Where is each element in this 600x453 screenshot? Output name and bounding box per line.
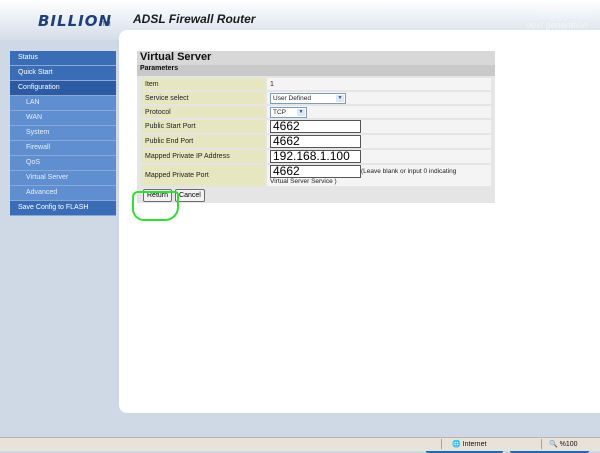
private-port-cell: 4662 (Leave blank or input 0 indicating … bbox=[267, 165, 491, 186]
zoom-level: %100 bbox=[559, 441, 578, 448]
public-start-row: Public Start Port 4662 bbox=[141, 120, 491, 133]
private-port-input[interactable]: 4662 bbox=[270, 165, 361, 178]
private-ip-cell: 192.168.1.100 bbox=[267, 150, 491, 163]
public-end-port-input[interactable]: 4662 bbox=[270, 135, 361, 148]
item-value: 1 bbox=[267, 78, 491, 90]
private-port-hint-1: (Leave blank or input 0 indicating bbox=[361, 167, 457, 175]
service-select-dropdown[interactable]: User Defined ▼ bbox=[270, 92, 346, 104]
app-title: ADSL Firewall Router bbox=[133, 12, 256, 26]
protocol-value: TCP bbox=[273, 108, 286, 116]
chevron-down-icon: ▼ bbox=[297, 108, 305, 116]
sidebar-item-wan[interactable]: WAN bbox=[10, 111, 116, 126]
browser-status-bar: 🌐 Internet 🔍 %100 bbox=[0, 437, 600, 451]
sidebar-item-configuration[interactable]: Configuration bbox=[10, 81, 116, 96]
page-title: Virtual Server bbox=[137, 51, 495, 65]
globe-icon: 🌐 bbox=[452, 441, 461, 448]
cancel-button[interactable]: Cancel bbox=[175, 189, 205, 202]
trademark-mark: TM bbox=[102, 22, 111, 28]
protocol-dropdown[interactable]: TCP ▼ bbox=[270, 106, 307, 118]
service-select-label: Service select bbox=[141, 92, 265, 104]
status-divider bbox=[541, 439, 542, 449]
zoom-icon: 🔍 bbox=[549, 441, 558, 448]
sidebar-item-quick-start[interactable]: Quick Start bbox=[10, 66, 116, 81]
sidebar-item-lan[interactable]: LAN bbox=[10, 96, 116, 111]
item-row: Item 1 bbox=[141, 78, 491, 90]
sidebar-item-status[interactable]: Status bbox=[10, 51, 116, 66]
private-ip-row: Mapped Private IP Address 192.168.1.100 bbox=[141, 150, 491, 163]
sidebar-item-advanced[interactable]: Advanced bbox=[10, 186, 116, 201]
public-start-port-label: Public Start Port bbox=[141, 120, 265, 133]
sidebar-item-qos[interactable]: QoS bbox=[10, 156, 116, 171]
public-start-port-input[interactable]: 4662 bbox=[270, 120, 361, 133]
public-end-row: Public End Port 4662 bbox=[141, 135, 491, 148]
sidebar-item-virtual-server[interactable]: Virtual Server bbox=[10, 171, 116, 186]
chevron-down-icon: ▼ bbox=[336, 94, 344, 102]
public-start-cell: 4662 bbox=[267, 120, 491, 133]
billion-logo: BILLION bbox=[38, 12, 113, 30]
sidebar-item-save-config[interactable]: Save Config to FLASH bbox=[10, 201, 116, 216]
private-port-hint-2: Virtual Server Service ) bbox=[270, 178, 337, 185]
sidebar-item-system[interactable]: System bbox=[10, 126, 116, 141]
service-row: Service select User Defined ▼ bbox=[141, 92, 491, 104]
status-divider bbox=[441, 439, 442, 449]
tagline-line-2: next generation bbox=[525, 20, 588, 30]
main-panel: Virtual Server Parameters Item 1 Service… bbox=[119, 30, 600, 453]
zoom-control[interactable]: 🔍 %100 bbox=[549, 440, 578, 448]
item-label: Item bbox=[141, 78, 265, 90]
private-ip-label: Mapped Private IP Address bbox=[141, 150, 265, 163]
private-port-line: 4662 (Leave blank or input 0 indicating bbox=[270, 165, 456, 178]
private-port-label: Mapped Private Port bbox=[141, 165, 265, 186]
service-select-value: User Defined bbox=[273, 94, 311, 102]
public-end-port-label: Public End Port bbox=[141, 135, 265, 148]
zone-label: Internet bbox=[462, 441, 487, 448]
form-buttons: Return Cancel bbox=[143, 189, 495, 203]
protocol-cell: TCP ▼ bbox=[267, 106, 491, 118]
virtual-server-form: Virtual Server Parameters Item 1 Service… bbox=[137, 51, 495, 203]
sidebar-item-firewall[interactable]: Firewall bbox=[10, 141, 116, 156]
protocol-row: Protocol TCP ▼ bbox=[141, 106, 491, 118]
public-end-cell: 4662 bbox=[267, 135, 491, 148]
protocol-label: Protocol bbox=[141, 106, 265, 118]
tagline: Bringing you the next generation bbox=[525, 13, 588, 30]
return-highlight-circle bbox=[132, 191, 179, 221]
service-select-cell: User Defined ▼ bbox=[267, 92, 491, 104]
private-ip-input[interactable]: 192.168.1.100 bbox=[270, 150, 361, 163]
private-port-row: Mapped Private Port 4662 (Leave blank or… bbox=[141, 165, 491, 186]
sidebar-nav: Status Quick Start Configuration LAN WAN… bbox=[10, 51, 116, 216]
parameters-header: Parameters bbox=[137, 65, 495, 76]
status-zone: 🌐 Internet bbox=[452, 440, 486, 448]
